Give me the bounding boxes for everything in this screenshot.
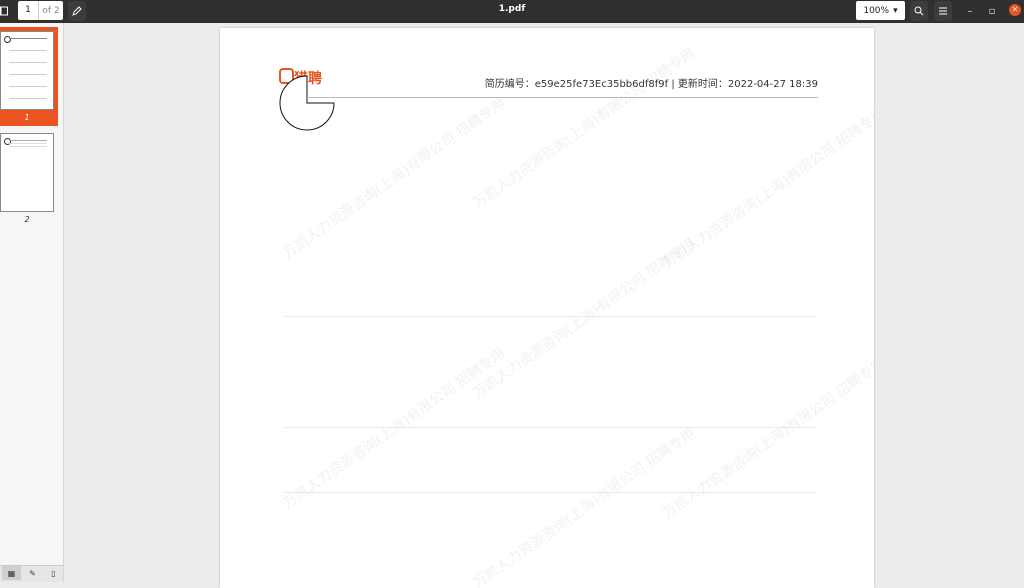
pdf-page: 万凯人力资源咨询(上海)有限公司 招聘专用 万凯人力资源咨询(上海)有限公司 招… — [220, 28, 874, 588]
section-divider — [284, 427, 816, 428]
zoom-level: 100% — [863, 5, 890, 16]
thumbnail-image — [0, 31, 54, 110]
watermark: 万凯人力资源咨询(上海)有限公司 招聘专用 — [470, 235, 699, 403]
toolbar: 1 of 2 1.pdf 100% ▾ – ▫ ✕ — [0, 0, 1024, 23]
zoom-dropdown[interactable]: 100% ▾ — [856, 1, 905, 20]
watermark: 万凯人力资源咨询(上海)有限公司 招聘专用 — [470, 425, 699, 588]
section-divider — [284, 492, 816, 493]
resume-id-and-update-time: 简历编号：e59e25fe73Ec35bb6df8f9f | 更新时间：2022… — [484, 79, 818, 90]
thumbnails-view-icon[interactable]: ▦ — [2, 566, 21, 580]
annotations-view-icon[interactable]: ✎ — [23, 566, 42, 580]
minimize-button[interactable]: – — [962, 1, 978, 21]
watermark: 万凯人力资源咨询(上海)有限公司 招聘专用 — [280, 345, 509, 513]
menu-button[interactable] — [934, 1, 952, 21]
maximize-button[interactable]: ▫ — [984, 1, 1000, 21]
header-divider — [307, 97, 818, 98]
bookmarks-view-icon[interactable]: ▯ — [44, 566, 63, 580]
thumbnail-sidebar: 1 2 ▦ ✎ ▯ — [0, 23, 64, 582]
thumbnail-label: 2 — [24, 215, 30, 224]
watermark: 万凯人力资源咨询(上海)有限公司 招聘专用 — [470, 45, 699, 213]
chevron-down-icon: ▾ — [893, 5, 898, 16]
watermark: 万凯人力资源咨询(上海)有限公司 招聘专用 — [660, 355, 874, 523]
sidebar-view-switcher: ▦ ✎ ▯ — [0, 565, 63, 582]
close-button[interactable]: ✕ — [1009, 4, 1021, 16]
search-button[interactable] — [910, 1, 928, 21]
section-divider — [284, 316, 816, 317]
watermark: 万凯人力资源咨询(上海)有限公司 招聘专用 — [660, 105, 874, 273]
search-icon — [914, 6, 924, 16]
thumbnail-image — [0, 133, 54, 212]
hamburger-icon — [939, 7, 947, 15]
avatar-placeholder — [279, 75, 335, 131]
thumbnail-page-1[interactable]: 1 — [0, 27, 58, 126]
thumbnail-label: 1 — [24, 113, 30, 122]
thumbnail-page-2[interactable]: 2 — [0, 129, 58, 227]
